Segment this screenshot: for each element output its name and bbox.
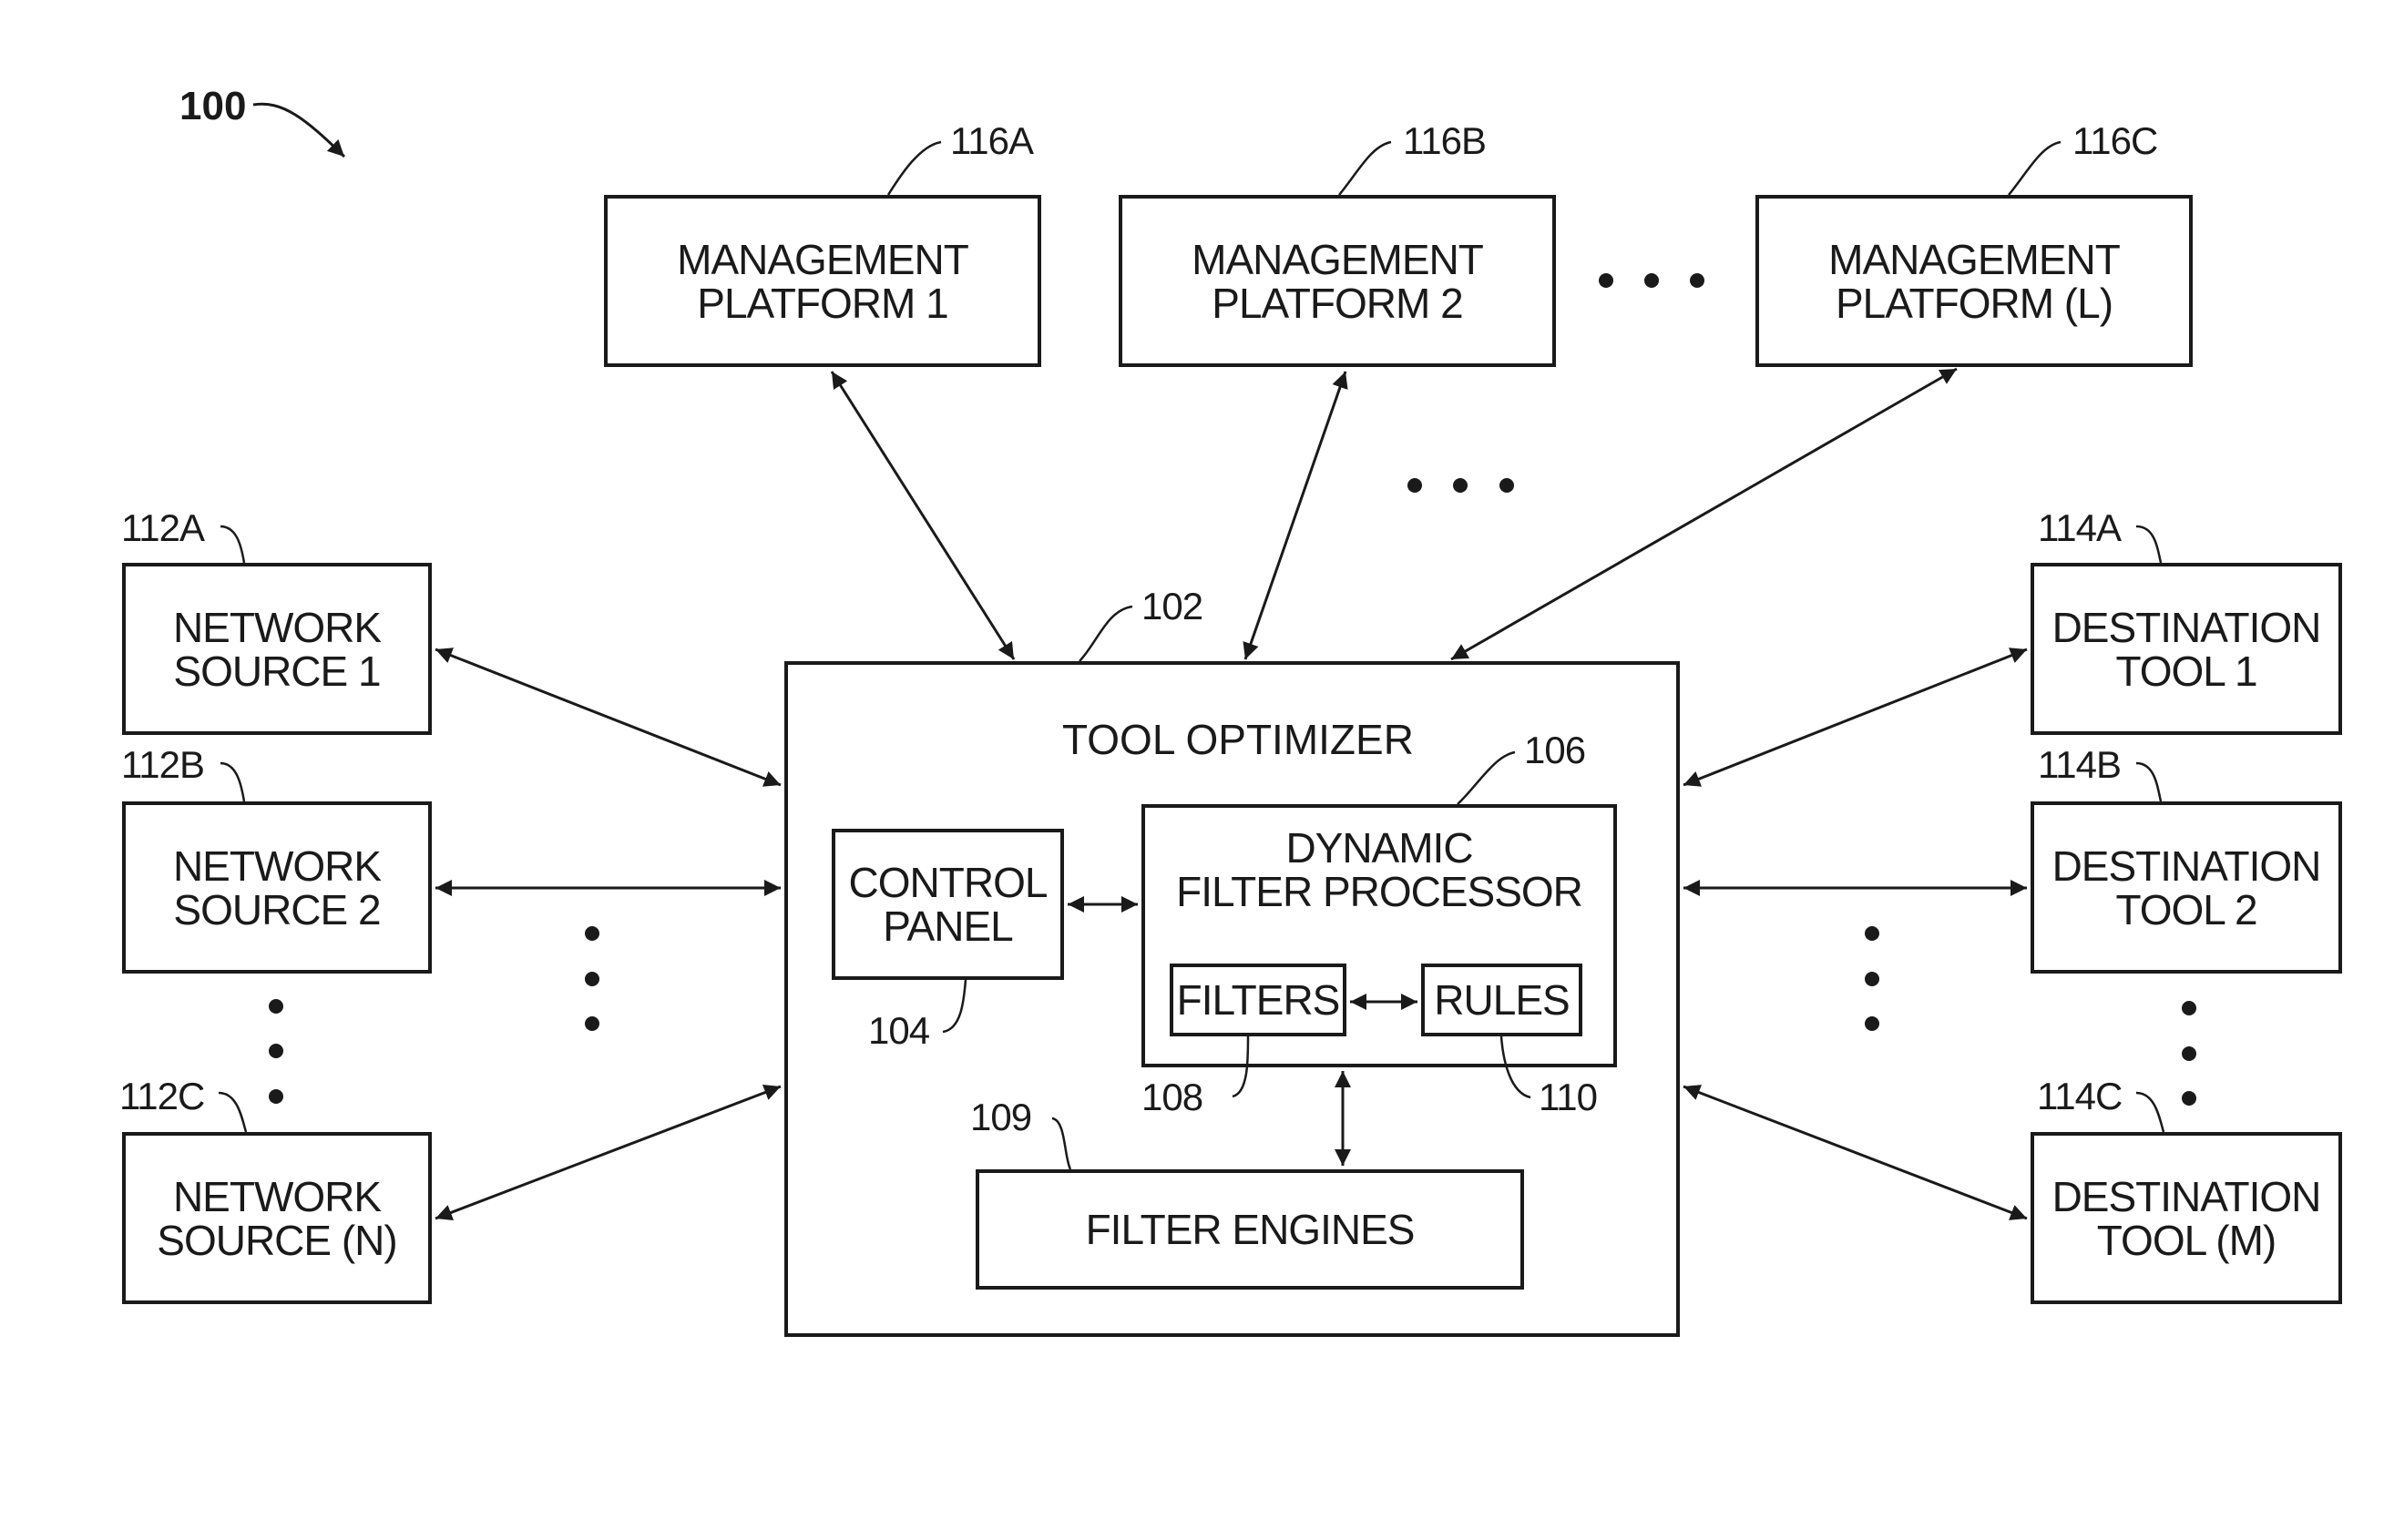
leader-108 [1232,1035,1250,1098]
link-optimizer-destm [1683,1085,2028,1220]
ellipsis-dot [269,999,283,1014]
leader-116a [886,140,942,196]
link-mgmt2-optimizer [1243,371,1348,660]
leader-116b [1338,140,1392,196]
leader-114c [2135,1091,2165,1133]
leader-114b [2135,761,2163,802]
ellipsis-dot [1407,478,1422,493]
link-mgmt1-optimizer [830,371,1016,660]
leader-112c [218,1091,248,1133]
ellipsis-dot [1644,273,1659,288]
ellipsis-dot [1865,1016,1879,1031]
figure-pointer-arrow [252,102,346,158]
ellipsis-dot [1499,478,1514,493]
link-mgmtl-optimizer [1450,367,1958,661]
link-optimizer-dest1 [1683,648,2028,787]
connectors-layer [218,102,2196,1220]
leader-114a [2135,525,2163,564]
ellipsis-dot [269,1044,283,1058]
ellipsis-dot [1599,273,1613,288]
link-sourcen-optimizer [435,1085,782,1220]
ellipsis-dot [1690,273,1704,288]
leader-112a [220,525,246,564]
ellipsis-dot [1865,926,1879,941]
leader-110 [1499,1035,1531,1099]
leader-106 [1457,750,1516,805]
leader-109 [1051,1117,1072,1170]
ellipsis-dot [2182,1001,2196,1015]
system-diagram: 100 MANAGEMENT PLATFORM 1 116A MANAGEMEN… [0,0,2384,1540]
leader-104 [942,979,967,1034]
leader-116c [2008,140,2062,196]
ellipsis-dot [585,972,599,986]
leader-102 [1079,605,1133,662]
ellipsis-dot [1865,972,1879,986]
leader-112b [220,761,246,802]
ellipsis-dot [585,1016,599,1031]
link-source1-optimizer [435,648,782,787]
ellipsis-dot [269,1089,283,1104]
ellipsis-dot [2182,1046,2196,1061]
ellipsis-dot [1453,478,1468,493]
ellipsis-dot [585,926,599,941]
ellipsis-dot [2182,1091,2196,1106]
